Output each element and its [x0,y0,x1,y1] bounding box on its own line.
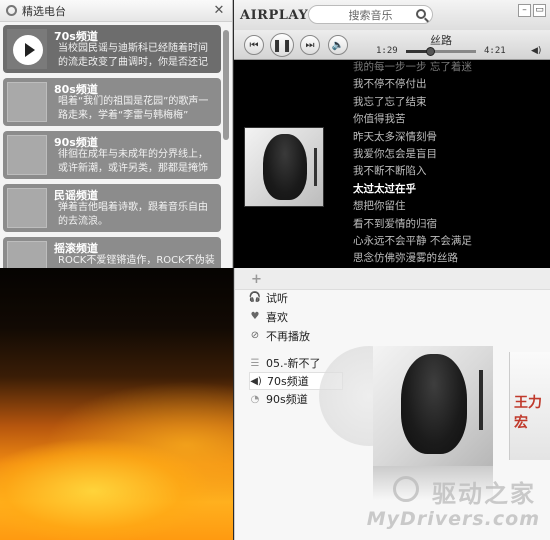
headphones-icon: 🎧 [248,292,262,303]
next-button[interactable]: ⏭ [300,35,320,55]
lyrics-panel: 我的每一步一步 忘了着迷 我不停不停付出 我忘了忘了结束 你值得我苦昨天太多深情刻骨我… [353,59,543,268]
radio-icon [6,5,17,16]
search-input[interactable]: 搜索音乐 [308,5,433,24]
channel-thumb [7,82,47,122]
lyric-line: 太过太过在乎 [353,182,416,195]
lyric-line: 你值得我苦 [353,113,406,126]
cover-text: 王力宏 [514,395,542,431]
window-controls: – ▭ [518,4,546,17]
close-icon[interactable]: ✕ [212,3,226,18]
channel-item-rock[interactable]: 摇滚频道 ROCK不爱铿锵造作，ROCK不伪装 [3,237,221,268]
progress-bar[interactable] [406,47,476,56]
lyric-line: 思念仿佛弥漫雾的丝路 [353,252,458,265]
progress-knob[interactable] [425,47,435,56]
volume-icon: 🔈 [331,39,345,51]
control-bar: ⏮ ❚❚ ⏭ 🔈 丝路 1:29 4:21 ◀) [234,30,550,60]
search-placeholder: 搜索音乐 [348,8,393,22]
channel-thumb [7,135,47,175]
scrollbar-thumb[interactable] [223,30,229,140]
channel-item-folk[interactable]: 民谣频道 弹着吉他唱着诗歌，跟着音乐自由的去流浪。 [3,184,221,232]
block-icon: ⊘ [250,330,260,341]
watermark-cn: 驱动之家 [432,479,536,508]
previous-button[interactable]: ⏮ [244,35,264,55]
speaker-icon[interactable]: ◀) [531,46,541,56]
menu-item-label: 不再播放 [266,329,310,343]
channel-desc: 弹着吉他唱着诗歌，跟着音乐自由的去流浪。 [58,202,208,227]
artist-portrait [401,354,467,454]
song-title: 丝路 [430,34,452,47]
radio-icon: ◔ [250,393,260,405]
album-cover-next[interactable]: 王力宏 [509,352,550,460]
time-elapsed: 1:29 [376,46,398,56]
album-cover-large[interactable] [373,346,493,466]
channel-item-90s[interactable]: 90s频道 徘徊在成年与未成年的分界线上，或许新潮，或许另类，那都是掩饰 [3,131,221,179]
restore-icon[interactable]: ▭ [533,4,546,17]
watermark-logo [393,476,419,502]
channel-desc: ROCK不爱铿锵造作，ROCK不伪装 [58,255,215,266]
menu-item-label: 喜欢 [266,310,288,324]
volume-button[interactable]: 🔈 [328,35,348,55]
artist-portrait [263,134,307,200]
album-art [244,127,324,207]
channel-thumb [7,29,47,69]
menu-item-label: 试听 [266,291,288,305]
channel-list: 70s频道 当校园民谣与迪斯科已经随着时间的流走改变了曲调时，你是否还记 80s… [3,25,221,268]
playlist-toolbar: + [235,268,550,290]
channel-desc: 当校园民谣与迪斯科已经随着时间的流走改变了曲调时，你是否还记 [58,43,208,68]
channel-desc: 唱着“我们的祖国是花园”的歌声一路走来，学着“李雷与韩梅梅” [58,96,209,121]
radio-header: 精选电台 ✕ [0,0,232,22]
channel-desc: 徘徊在成年与未成年的分界线上，或许新潮，或许另类，那都是掩饰 [58,149,208,174]
speaker-icon: ◀) [250,375,262,387]
radio-title: 精选电台 [22,4,66,18]
list-icon: ☰ [250,357,260,369]
watermark-en: MyDrivers.com [366,508,540,530]
pause-button[interactable]: ❚❚ [270,33,294,57]
app-logo: AIRPLAY3 [240,7,316,23]
pause-icon: ❚❚ [271,38,293,52]
menu-item-block[interactable]: ⊘ 不再播放 [249,326,310,345]
lyric-line: 想把你留住 [353,200,406,213]
menu-item-like[interactable]: ♥ 喜欢 [249,307,310,326]
list-item-label: 70s频道 [267,375,309,388]
desktop-background [0,268,233,540]
player-window: AIRPLAY3 搜索音乐 – ▭ ⏮ ❚❚ ⏭ 🔈 丝路 1:29 4:21 … [234,0,550,268]
channel-thumb [7,188,47,228]
album-mark [479,370,483,430]
search-icon[interactable] [416,9,426,19]
time-total: 4:21 [484,46,506,56]
lyric-line: 昨天太多深情刻骨 [353,130,437,143]
radio-panel: 精选电台 ✕ 70s频道 当校园民谣与迪斯科已经随着时间的流走改变了曲调时，你是… [0,0,233,268]
heart-icon: ♥ [250,311,260,322]
list-item-label: 05.-新不了 [266,357,321,370]
lyric-line: 我的每一步一步 忘了着迷 [353,61,472,73]
channel-thumb [7,241,47,268]
lyric-line: 我不断不断陷入 [353,165,427,178]
album-mark [314,148,317,186]
lyric-line: 心永远不会平静 不会满足 [353,234,472,247]
next-icon: ⏭ [305,39,315,51]
radio-scrollbar[interactable] [223,25,229,265]
lyric-line: 我不停不停付出 [353,78,427,91]
song-menu: 🎧 试听 ♥ 喜欢 ⊘ 不再播放 [249,288,310,345]
list-item-label: 90s频道 [266,393,308,406]
lyric-line: 我忘了忘了结束 [353,95,427,108]
play-icon[interactable] [13,35,43,65]
minimize-icon[interactable]: – [518,4,531,17]
lyric-line: 看不到爱情的归宿 [353,217,437,230]
channel-item-70s[interactable]: 70s频道 当校园民谣与迪斯科已经随着时间的流走改变了曲调时，你是否还记 [3,25,221,73]
lyric-line: 我爱你怎会是盲目 [353,147,437,160]
add-icon[interactable]: + [251,272,262,287]
channel-item-80s[interactable]: 80s频道 唱着“我们的祖国是花园”的歌声一路走来，学着“李雷与韩梅梅” [3,78,221,126]
menu-item-listen[interactable]: 🎧 试听 [249,288,310,307]
previous-icon: ⏮ [249,39,259,51]
playlist-window: + 🎧 试听 ♥ 喜欢 ⊘ 不再播放 ☰ 05.-新不了 ◀) 70s频道 ◔ … [234,268,550,540]
player-titlebar: AIRPLAY3 搜索音乐 – ▭ [234,0,550,30]
